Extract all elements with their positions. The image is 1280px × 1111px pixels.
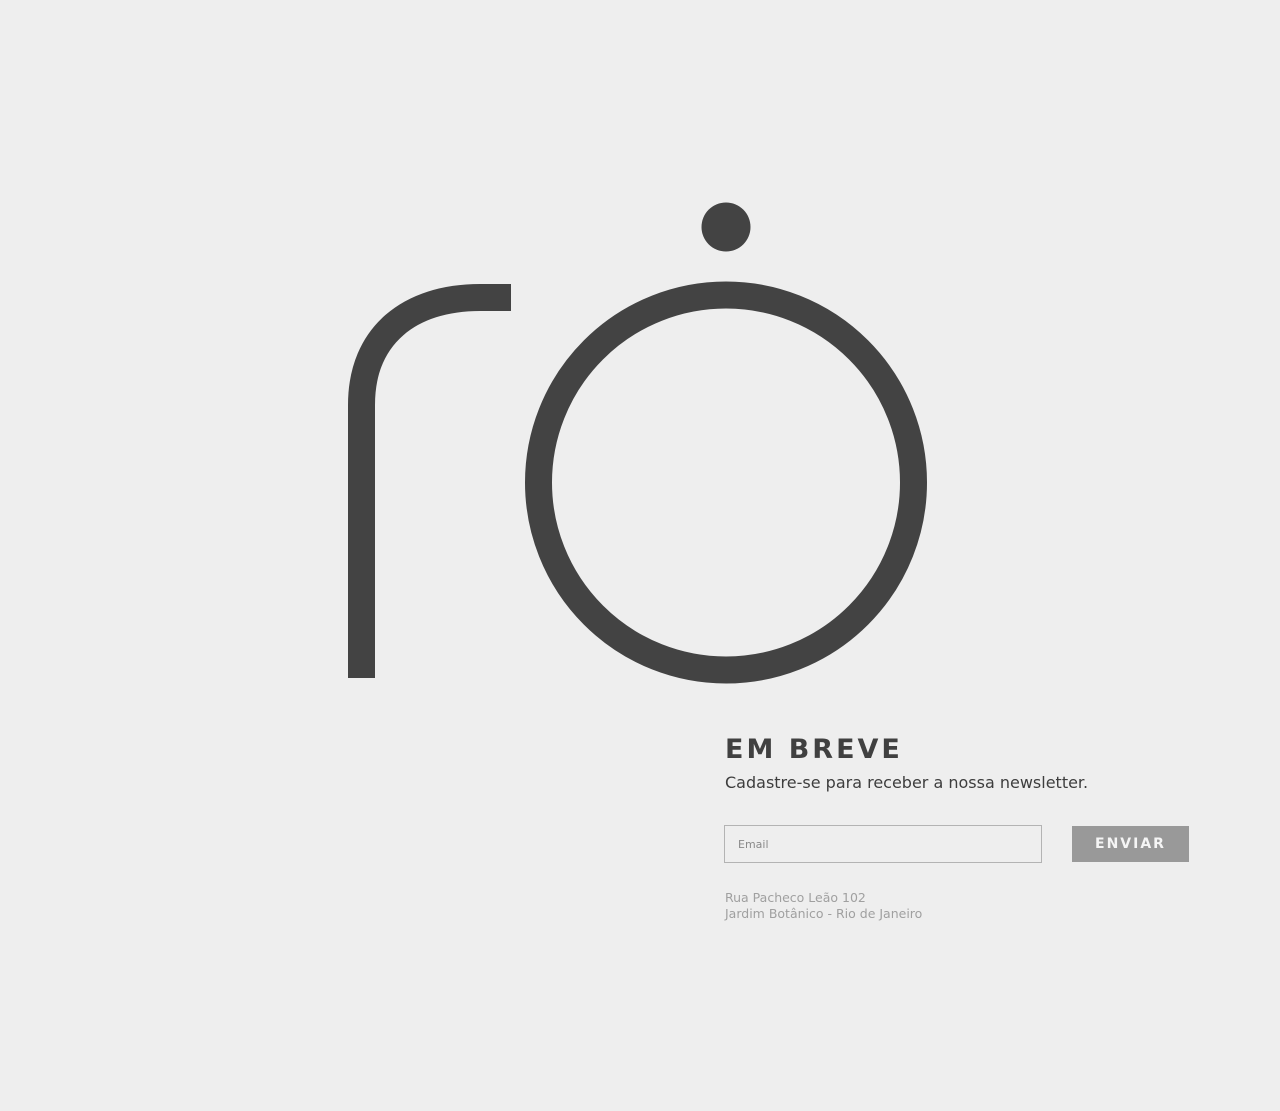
email-input[interactable] [724,825,1042,863]
address-neighborhood: Jardim Botânico - Rio de Janeiro [725,906,923,921]
send-button[interactable]: ENVIAR [1072,826,1189,862]
letter-o-ring [525,281,927,684]
coming-soon-info: EM BREVE Cadastre-se para receber a noss… [725,730,1205,796]
page-title: EM BREVE [725,734,903,765]
newsletter-subtitle: Cadastre-se para receber a nossa newslet… [725,773,1089,792]
coming-soon-page: EM BREVE Cadastre-se para receber a noss… [0,0,1280,1111]
accent-dot [701,202,751,252]
ro-logo-icon [348,202,927,684]
address-block: Rua Pacheco Leão 102 Jardim Botânico - R… [725,890,922,922]
newsletter-form: ENVIAR [724,825,1190,863]
letter-r-shape [348,284,511,678]
address-street: Rua Pacheco Leão 102 [725,890,866,905]
